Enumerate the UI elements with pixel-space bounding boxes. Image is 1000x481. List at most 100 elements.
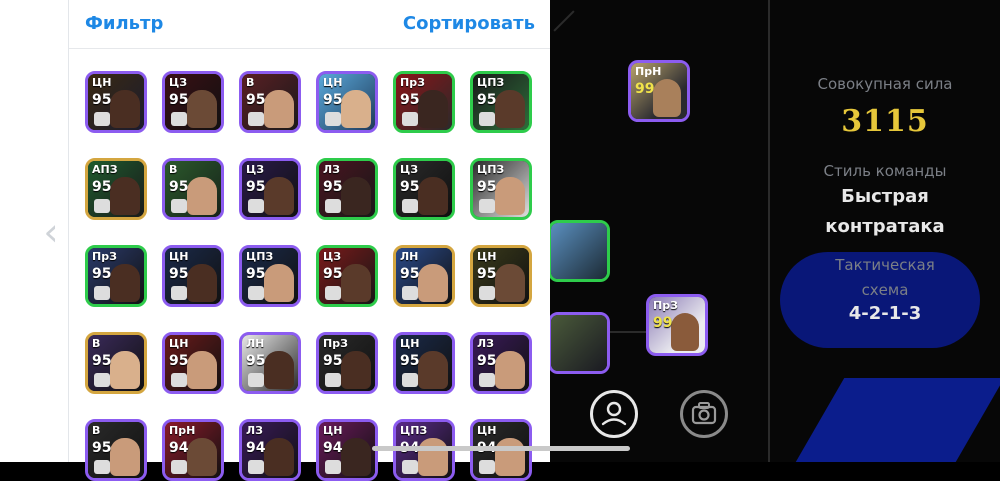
player-card[interactable]: В 95 — [239, 71, 301, 133]
card-rating: 95 — [92, 92, 112, 108]
player-card[interactable]: ЦЗ 95 — [239, 158, 301, 220]
player-card[interactable]: В 95 — [85, 332, 147, 394]
player-card[interactable]: ПрЗ 95 — [85, 245, 147, 307]
player-card[interactable]: ЛН 95 — [239, 332, 301, 394]
card-rating: 95 — [246, 353, 266, 369]
pitch-player-card[interactable] — [550, 312, 610, 374]
card-rating: 95 — [477, 266, 497, 282]
player-portrait — [187, 351, 217, 389]
card-position: В — [92, 337, 101, 350]
card-rating: 95 — [323, 353, 343, 369]
player-card[interactable]: ЦН 95 — [316, 71, 378, 133]
card-rating: 95 — [400, 266, 420, 282]
player-card[interactable]: ЦН 95 — [162, 245, 224, 307]
pitch-card-rating: 99 — [653, 315, 673, 331]
player-portrait — [110, 351, 140, 389]
player-portrait — [110, 438, 140, 476]
player-portrait — [495, 177, 525, 215]
player-card[interactable]: АПЗ 95 — [85, 158, 147, 220]
club-badge-icon — [325, 199, 341, 213]
card-rating: 94 — [246, 440, 266, 456]
pitch-player-card[interactable] — [550, 220, 610, 282]
strength-value: 3115 — [841, 104, 929, 139]
club-badge-icon — [479, 199, 495, 213]
card-rating: 94 — [323, 440, 343, 456]
pitch-player-card[interactable]: ПрН 99 — [628, 60, 690, 122]
card-rating: 95 — [92, 179, 112, 195]
player-card[interactable]: ПрЗ 95 — [316, 332, 378, 394]
card-position: В — [169, 163, 178, 176]
player-portrait — [110, 177, 140, 215]
player-card[interactable]: ЛЗ 94 — [239, 419, 301, 481]
player-portrait — [341, 177, 371, 215]
player-portrait — [187, 177, 217, 215]
player-card[interactable]: ЦПЗ 95 — [470, 71, 532, 133]
club-badge-icon — [402, 286, 418, 300]
card-position: ЦПЗ — [400, 424, 428, 437]
card-position: ЦН — [477, 250, 497, 263]
player-list-panel: Фильтр Сортировать ЦН 95 ЦЗ 95 В 95 ЦН 95 ПрЗ 95 Ц… — [68, 0, 551, 481]
player-card[interactable]: ЛН 95 — [393, 245, 455, 307]
card-position: ПрЗ — [400, 76, 425, 89]
player-card[interactable]: В 95 — [85, 419, 147, 481]
player-portrait — [187, 264, 217, 302]
card-position: ЦПЗ — [477, 76, 505, 89]
card-rating: 95 — [169, 266, 189, 282]
card-rating: 95 — [323, 266, 343, 282]
player-card[interactable]: ЦН 95 — [393, 332, 455, 394]
player-card[interactable]: ПрЗ 95 — [393, 71, 455, 133]
card-position: ЦН — [400, 337, 420, 350]
club-badge-icon — [325, 460, 341, 474]
card-position: ЛЗ — [246, 424, 263, 437]
player-card[interactable]: В 95 — [162, 158, 224, 220]
tactic-label-line2: схема — [861, 281, 909, 299]
card-position: ЦН — [323, 76, 343, 89]
player-portrait — [341, 438, 371, 476]
player-card[interactable]: ПрН 94 — [162, 419, 224, 481]
tactic-value: 4-2-1-3 — [848, 303, 922, 324]
player-card[interactable]: ЦН 95 — [470, 245, 532, 307]
card-position: ЛЗ — [477, 337, 494, 350]
player-card[interactable]: ЛЗ 95 — [316, 158, 378, 220]
sort-button[interactable]: Сортировать — [403, 13, 535, 34]
player-card[interactable]: ЦЗ 95 — [162, 71, 224, 133]
player-portrait — [418, 90, 448, 128]
card-rating: 94 — [169, 440, 189, 456]
card-position: ЛН — [246, 337, 265, 350]
profile-button[interactable] — [590, 390, 638, 438]
card-position: ЛН — [400, 250, 419, 263]
club-badge-icon — [479, 373, 495, 387]
club-badge-icon — [248, 460, 264, 474]
camera-button[interactable] — [680, 390, 728, 438]
card-position: ЦН — [323, 424, 343, 437]
card-position: ЦПЗ — [477, 163, 505, 176]
player-card[interactable]: ЦЗ 95 — [393, 158, 455, 220]
card-position: ЦПЗ — [246, 250, 274, 263]
player-card[interactable]: ЦЗ 95 — [316, 245, 378, 307]
player-portrait — [264, 90, 294, 128]
card-position: ЦН — [169, 250, 189, 263]
card-rating: 95 — [400, 179, 420, 195]
player-card[interactable]: ЦПЗ 95 — [470, 158, 532, 220]
player-card[interactable]: ЦН 94 — [316, 419, 378, 481]
pitch-player-card[interactable]: ПрЗ 99 — [646, 294, 708, 356]
card-rating: 95 — [323, 179, 343, 195]
player-card[interactable]: ЛЗ 95 — [470, 332, 532, 394]
club-badge-icon — [171, 199, 187, 213]
chevron-left-icon[interactable]: ‹ — [40, 212, 62, 252]
club-badge-icon — [248, 112, 264, 126]
club-badge-icon — [171, 112, 187, 126]
card-position: ЦН — [92, 76, 112, 89]
filter-button[interactable]: Фильтр — [85, 13, 163, 34]
pitch-card-rating: 99 — [635, 81, 655, 97]
player-card[interactable]: ЦПЗ 95 — [239, 245, 301, 307]
club-badge-icon — [248, 199, 264, 213]
player-portrait — [418, 351, 448, 389]
player-portrait — [495, 264, 525, 302]
player-card[interactable]: ЦН 95 — [85, 71, 147, 133]
player-card[interactable]: ЦН 95 — [162, 332, 224, 394]
card-position: ЦЗ — [246, 163, 265, 176]
club-badge-icon — [325, 286, 341, 300]
card-rating: 95 — [246, 266, 266, 282]
card-rating: 95 — [477, 353, 497, 369]
